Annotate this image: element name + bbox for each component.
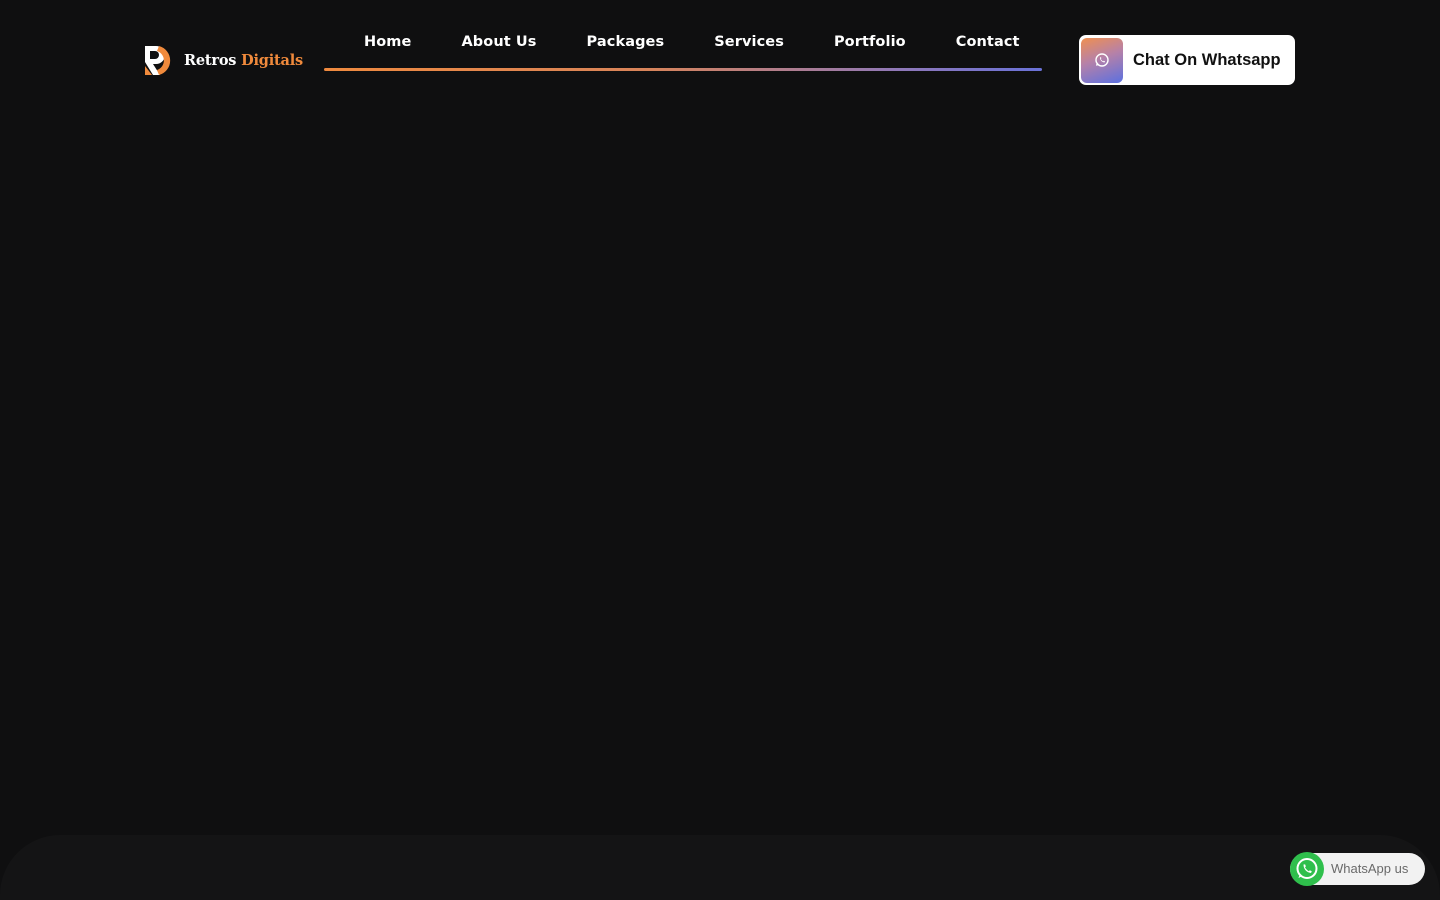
main-nav: Home About Us Packages Services Portfoli… bbox=[324, 30, 1042, 72]
logo-text: Retros Digitals bbox=[184, 52, 303, 69]
floating-whatsapp-label: WhatsApp us bbox=[1331, 861, 1409, 876]
chat-on-whatsapp-label: Chat On Whatsapp bbox=[1133, 50, 1281, 69]
site-logo[interactable]: Retros Digitals bbox=[144, 43, 303, 77]
logo-mark-icon bbox=[144, 44, 180, 76]
logo-name-primary: Retros bbox=[184, 51, 237, 69]
bottom-section bbox=[0, 835, 1440, 900]
nav-item-portfolio[interactable]: Portfolio bbox=[834, 34, 906, 50]
floating-whatsapp-button[interactable]: WhatsApp us bbox=[1290, 852, 1425, 886]
chat-on-whatsapp-button[interactable]: Chat On Whatsapp bbox=[1079, 35, 1295, 85]
whatsapp-icon bbox=[1081, 37, 1123, 83]
nav-item-packages[interactable]: Packages bbox=[587, 34, 665, 50]
logo-name-accent: Digitals bbox=[241, 51, 304, 69]
nav-item-contact[interactable]: Contact bbox=[956, 34, 1020, 50]
whatsapp-icon bbox=[1290, 852, 1324, 886]
nav-item-about-us[interactable]: About Us bbox=[461, 34, 536, 50]
nav-item-home[interactable]: Home bbox=[364, 34, 411, 50]
nav-underline bbox=[324, 68, 1042, 71]
nav-item-services[interactable]: Services bbox=[714, 34, 784, 50]
page: Retros Digitals Home About Us Packages S… bbox=[0, 0, 1440, 900]
